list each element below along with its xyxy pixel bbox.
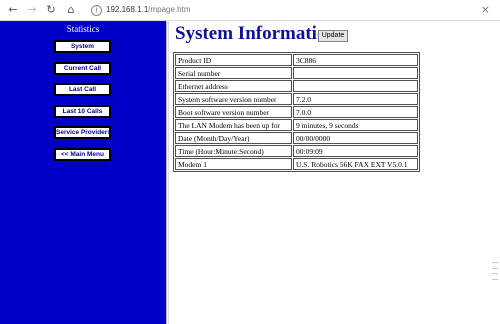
close-icon[interactable]: × [481,3,490,16]
table-row: System software version number 7.2.0 [175,93,418,105]
table-row: Time (Hour:Minute:Second) 00:09:09 [175,145,418,157]
last-call-button[interactable]: Last Call [54,83,111,96]
table-row: Date (Month/Day/Year) 00/00/0000 [175,132,418,144]
last-10-calls-button[interactable]: Last 10 Calls [54,105,111,118]
row-label: Serial number [175,67,292,79]
row-label: Time (Hour:Minute:Second) [175,145,292,157]
sidebar-title: Statistics [66,24,100,34]
frame-divider[interactable] [166,21,169,324]
table-row: Ethernet address [175,80,418,92]
update-button[interactable]: Update [318,30,348,42]
row-label: The LAN Modem has been up for [175,119,292,131]
url-host: 192.168.1.1 [106,5,149,14]
back-arrow-icon[interactable]: ← [6,3,20,17]
resize-grip[interactable] [492,262,498,284]
browser-toolbar: ← → ↻ ⌂ i 192.168.1.1/mpage.htm × [0,0,500,21]
table-row: Serial number [175,67,418,79]
row-value: 00:09:09 [293,145,418,157]
info-icon[interactable]: i [91,5,102,16]
row-value [293,67,418,79]
current-call-button[interactable]: Current Call [54,62,111,75]
address-bar[interactable]: 192.168.1.1/mpage.htm [106,4,191,15]
system-button[interactable]: System [54,40,111,53]
row-value: 9 minutes, 9 seconds [293,119,418,131]
url-path: /mpage.htm [148,5,191,14]
row-value [293,80,418,92]
row-value: 00/00/0000 [293,132,418,144]
page-title: System Information [175,23,338,44]
table-row: Product ID 3C886 [175,54,418,66]
row-label: Ethernet address [175,80,292,92]
row-label: System software version number [175,93,292,105]
main-menu-button[interactable]: << Main Menu [54,148,111,161]
service-providers-button[interactable]: Service Providers [54,126,111,139]
row-value: 3C886 [293,54,418,66]
table-row: Boot software version number 7.0.0 [175,106,418,118]
row-label: Boot software version number [175,106,292,118]
system-info-table: Product ID 3C886 Serial number Ethernet add… [173,52,420,172]
row-label: Modem 1 [175,158,292,170]
row-value: 7.0.0 [293,106,418,118]
row-label: Product ID [175,54,292,66]
reload-icon[interactable]: ↻ [44,3,58,17]
table-row: Modem 1 U.S. Robotics 56K FAX EXT V5.0.1 [175,158,418,170]
forward-arrow-icon[interactable]: → [25,3,39,17]
row-label: Date (Month/Day/Year) [175,132,292,144]
home-icon[interactable]: ⌂ [64,3,78,17]
row-value: U.S. Robotics 56K FAX EXT V5.0.1 [293,158,418,170]
row-value: 7.2.0 [293,93,418,105]
table-row: The LAN Modem has been up for 9 minutes, … [175,119,418,131]
